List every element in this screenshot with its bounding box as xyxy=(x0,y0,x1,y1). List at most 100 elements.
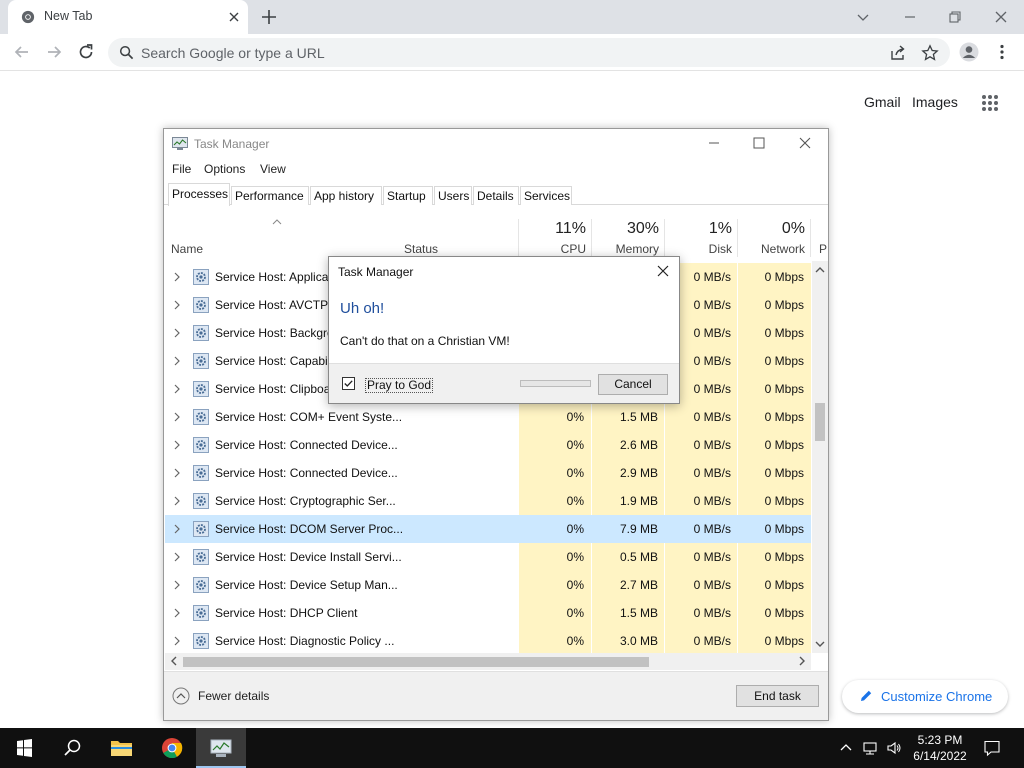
pray-checkbox-label[interactable]: Pray to God xyxy=(365,378,434,393)
table-row[interactable]: Service Host: Cryptographic Ser... 0% 1.9 … xyxy=(165,487,811,515)
column-disk[interactable]: Disk xyxy=(684,242,732,256)
reload-icon[interactable] xyxy=(76,42,96,62)
chevron-right-icon[interactable] xyxy=(173,412,181,422)
cpu-value: 0% xyxy=(566,522,584,536)
chrome-menu-icon[interactable] xyxy=(992,42,1012,62)
vertical-scrollbar[interactable] xyxy=(812,261,828,653)
scroll-down-icon[interactable] xyxy=(815,639,825,649)
customize-chrome-label: Customize Chrome xyxy=(881,689,993,704)
network-value: 0 Mbps xyxy=(764,634,804,648)
file-explorer-icon[interactable] xyxy=(98,728,146,768)
table-row[interactable]: Service Host: DHCP Client 0% 1.5 MB 0 MB/s 0… xyxy=(165,599,811,627)
chevron-right-icon[interactable] xyxy=(173,636,181,646)
share-icon[interactable] xyxy=(889,44,907,62)
menu-view[interactable]: View xyxy=(260,162,286,176)
chevron-right-icon[interactable] xyxy=(173,328,181,338)
tab-users[interactable]: Users xyxy=(434,186,472,205)
tm-minimize-icon[interactable] xyxy=(706,135,722,151)
search-icon[interactable] xyxy=(48,728,96,768)
cancel-button[interactable]: Cancel xyxy=(598,374,668,395)
profile-avatar-icon[interactable] xyxy=(959,42,979,62)
close-window-icon[interactable] xyxy=(990,6,1012,28)
chevron-right-icon[interactable] xyxy=(173,440,181,450)
chevron-right-icon[interactable] xyxy=(173,524,181,534)
google-apps-icon[interactable] xyxy=(981,94,999,112)
dialog-close-icon[interactable] xyxy=(656,264,670,278)
chevron-up-icon[interactable] xyxy=(838,740,854,756)
tab-new-tab[interactable]: New Tab xyxy=(8,0,248,34)
images-link[interactable]: Images xyxy=(912,94,958,110)
tab-performance[interactable]: Performance xyxy=(231,186,309,205)
bookmark-star-icon[interactable] xyxy=(921,44,939,62)
restore-icon[interactable] xyxy=(944,6,966,28)
disk-value: 0 MB/s xyxy=(693,522,731,536)
volume-icon[interactable] xyxy=(886,740,902,756)
tm-close-icon[interactable] xyxy=(797,135,813,151)
tm-maximize-icon[interactable] xyxy=(751,135,767,151)
table-row[interactable]: Service Host: Connected Device... 0% 2.9 M… xyxy=(165,459,811,487)
task-manager-icon[interactable] xyxy=(196,728,246,768)
chevron-right-icon[interactable] xyxy=(173,272,181,282)
chevron-right-icon[interactable] xyxy=(173,608,181,618)
table-row[interactable]: Service Host: Device Setup Man... 0% 2.7 M… xyxy=(165,571,811,599)
horizontal-scrollbar[interactable] xyxy=(165,653,811,670)
tab-search-icon[interactable] xyxy=(852,6,874,28)
back-icon[interactable] xyxy=(12,42,32,62)
network-icon[interactable] xyxy=(862,740,878,756)
chevron-right-icon[interactable] xyxy=(173,496,181,506)
column-memory[interactable]: Memory xyxy=(604,242,659,256)
table-row[interactable]: Service Host: Connected Device... 0% 2.6 M… xyxy=(165,431,811,459)
table-row[interactable]: Service Host: Diagnostic Policy ... 0% 3.0… xyxy=(165,627,811,653)
omnibox[interactable]: Search Google or type a URL xyxy=(108,38,950,67)
column-network[interactable]: Network xyxy=(749,242,805,256)
table-row[interactable]: Service Host: COM+ Event Syste... 0% 1.5 M… xyxy=(165,403,811,431)
column-cpu[interactable]: CPU xyxy=(534,242,586,256)
clock-date[interactable]: 6/14/2022 xyxy=(904,749,976,763)
tab-details[interactable]: Details xyxy=(473,186,519,205)
table-row[interactable]: Service Host: Device Install Servi... 0% 0… xyxy=(165,543,811,571)
vertical-scroll-thumb[interactable] xyxy=(815,403,825,441)
chevron-up-circle-icon[interactable] xyxy=(172,687,190,705)
customize-chrome-button[interactable]: Customize Chrome xyxy=(842,680,1008,713)
task-manager-dialog: Task Manager Uh oh! Can't do that on a C… xyxy=(328,256,680,404)
scroll-up-icon[interactable] xyxy=(815,265,825,275)
chevron-right-icon[interactable] xyxy=(173,552,181,562)
sort-up-icon xyxy=(272,219,282,225)
menu-options[interactable]: Options xyxy=(204,162,245,176)
column-power[interactable]: P xyxy=(819,242,827,256)
horizontal-scroll-thumb[interactable] xyxy=(183,657,649,667)
tab-app-history[interactable]: App history xyxy=(310,186,382,205)
chevron-right-icon[interactable] xyxy=(173,356,181,366)
chevron-right-icon[interactable] xyxy=(173,580,181,590)
clock-time[interactable]: 5:23 PM xyxy=(910,733,970,747)
tab-processes[interactable]: Processes xyxy=(168,183,230,206)
chevron-right-icon[interactable] xyxy=(173,300,181,310)
scroll-right-icon[interactable] xyxy=(797,656,807,666)
gmail-link[interactable]: Gmail xyxy=(864,94,901,110)
process-name: Service Host: Device Setup Man... xyxy=(215,578,398,592)
scroll-left-icon[interactable] xyxy=(169,656,179,666)
menu-file[interactable]: File xyxy=(172,162,191,176)
notification-icon[interactable] xyxy=(983,739,1001,757)
column-name[interactable]: Name xyxy=(171,242,203,256)
disk-value: 0 MB/s xyxy=(693,438,731,452)
column-status[interactable]: Status xyxy=(404,242,438,256)
tab-startup[interactable]: Startup xyxy=(383,186,433,205)
network-value: 0 Mbps xyxy=(764,522,804,536)
chrome-icon[interactable] xyxy=(148,728,196,768)
table-row[interactable]: Service Host: DCOM Server Proc... 0% 7.9 M… xyxy=(165,515,811,543)
tab-services[interactable]: Services xyxy=(520,186,572,205)
chevron-right-icon[interactable] xyxy=(173,384,181,394)
cpu-value: 0% xyxy=(566,634,584,648)
forward-icon[interactable] xyxy=(44,42,64,62)
new-tab-icon[interactable] xyxy=(259,7,279,27)
chevron-right-icon[interactable] xyxy=(173,468,181,478)
checkbox-checked-icon[interactable] xyxy=(342,377,355,390)
end-task-button[interactable]: End task xyxy=(736,685,819,707)
minimize-icon[interactable] xyxy=(899,6,921,28)
gear-icon xyxy=(193,465,209,481)
network-value: 0 Mbps xyxy=(764,298,804,312)
tab-close-icon[interactable] xyxy=(226,9,242,25)
windows-start-icon[interactable] xyxy=(0,728,48,768)
fewer-details-link[interactable]: Fewer details xyxy=(198,689,269,703)
